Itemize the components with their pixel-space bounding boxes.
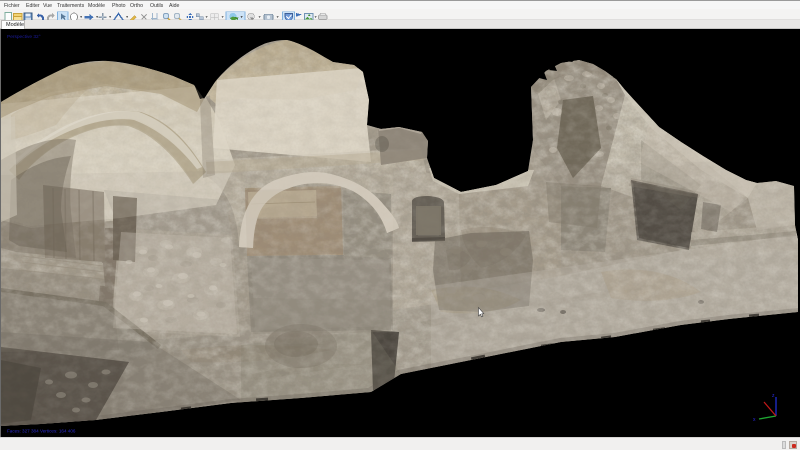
svg-text:Faces: 327 384 Vertices: 164 4: Faces: 327 384 Vertices: 164 406 xyxy=(7,429,76,434)
svg-text:Perspective 32°: Perspective 32° xyxy=(7,34,41,40)
